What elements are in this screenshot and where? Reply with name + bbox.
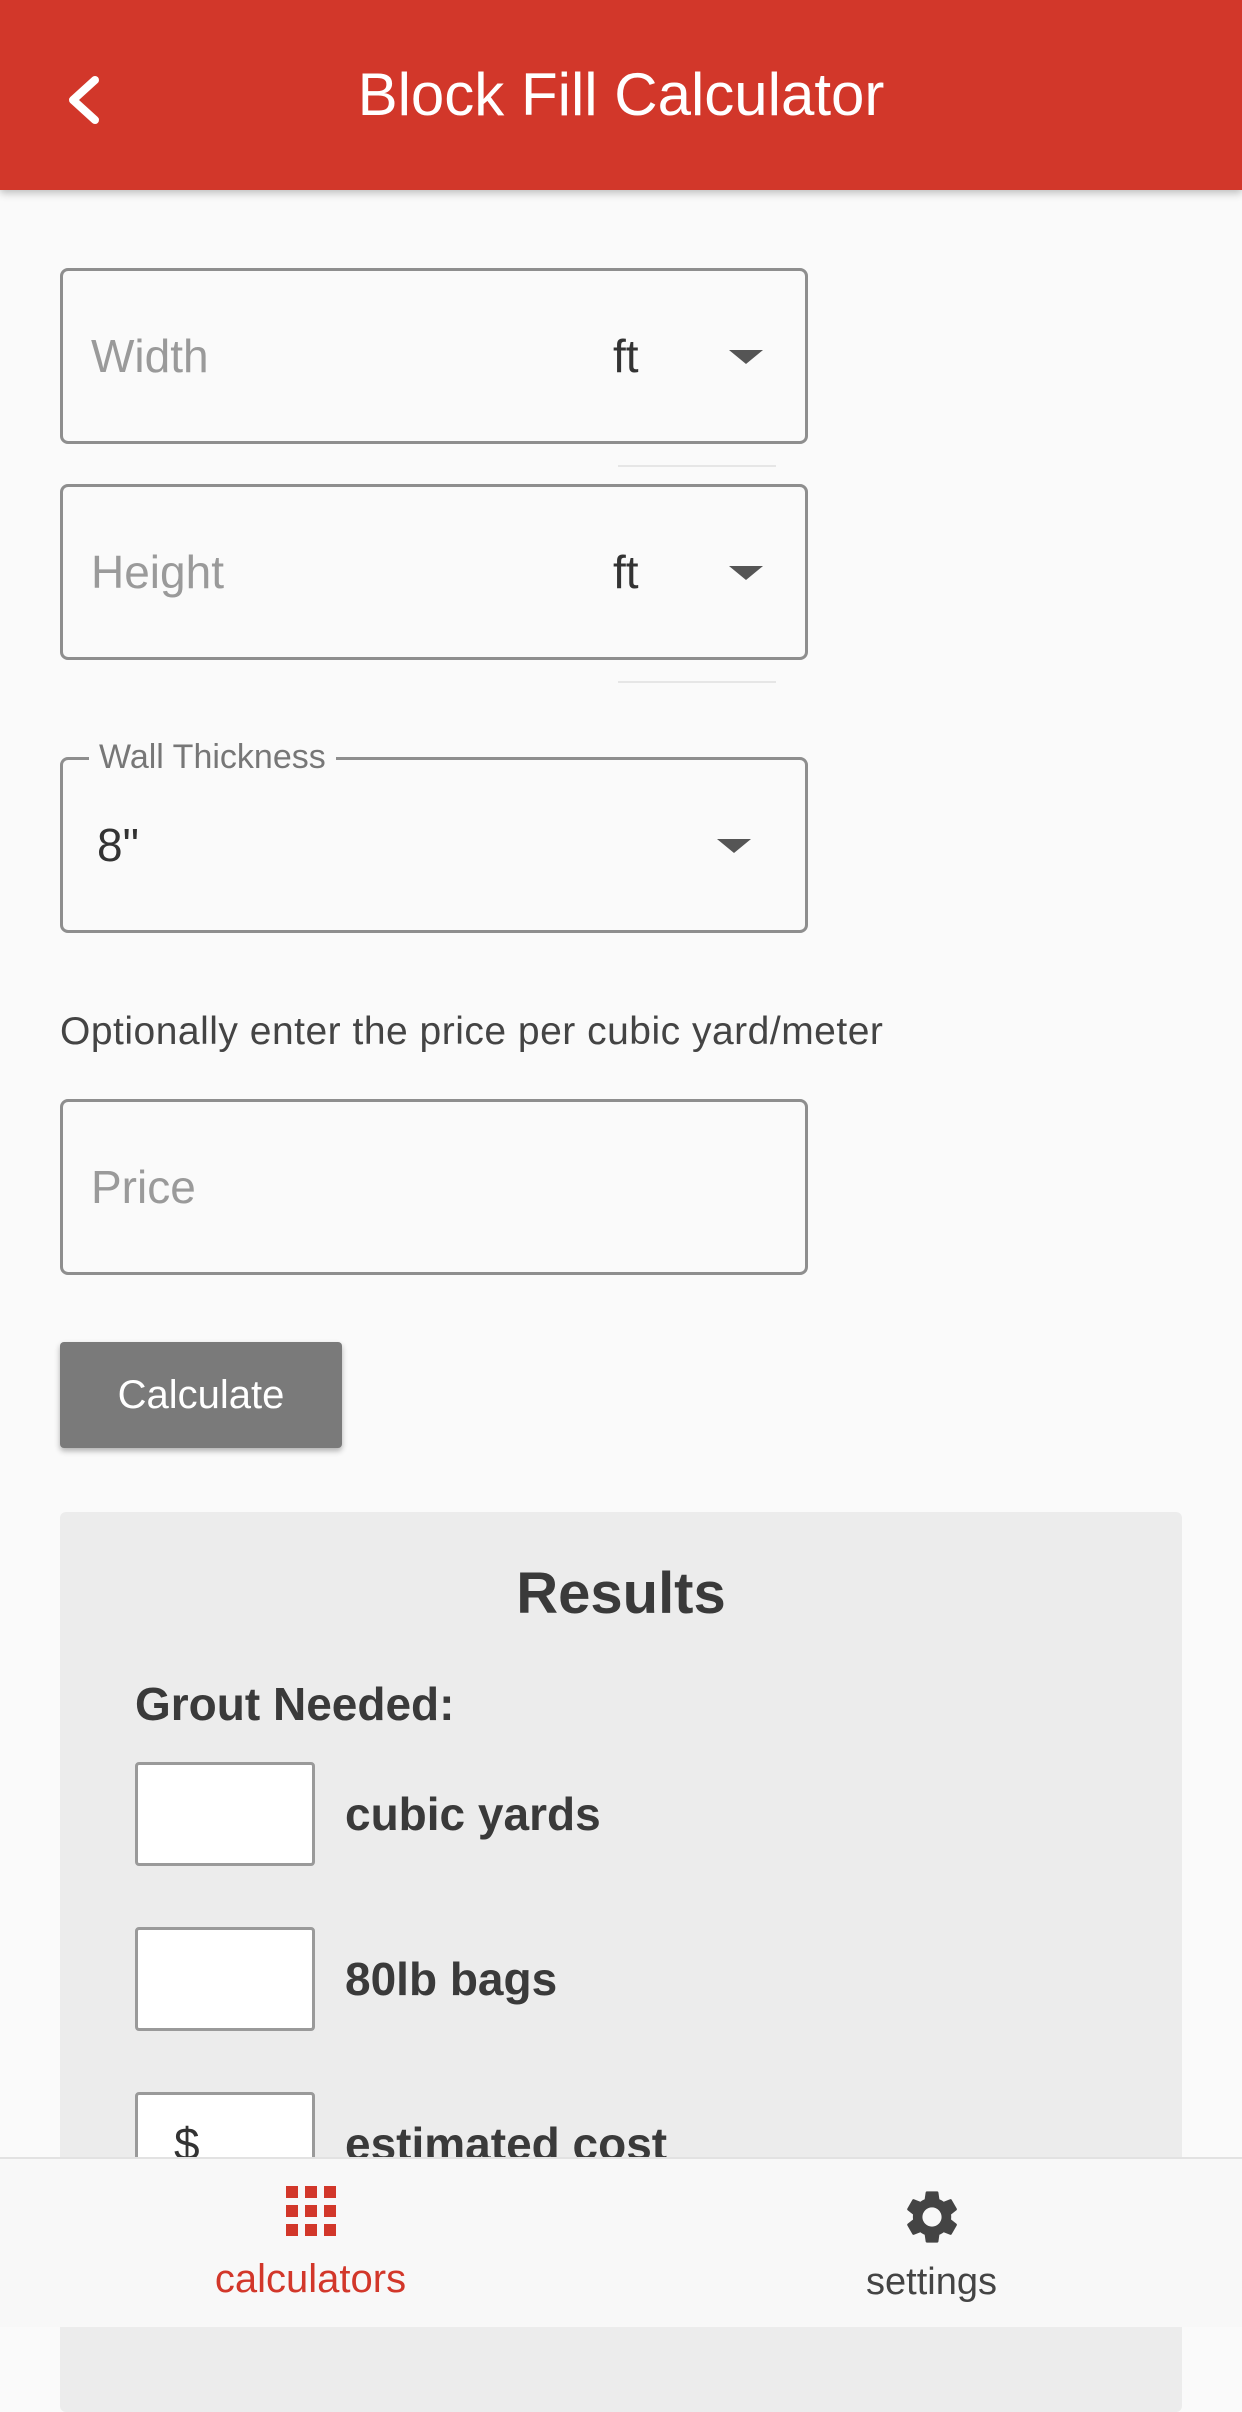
caret-down-icon	[729, 350, 763, 364]
price-helper-text: Optionally enter the price per cubic yar…	[60, 1010, 884, 1053]
cubic-yards-label: cubic yards	[345, 1788, 601, 1840]
wall-thickness-select[interactable]: Wall Thickness 8"	[60, 738, 808, 933]
grid-icon	[285, 2186, 336, 2236]
height-field[interactable]: Height ft	[60, 484, 808, 660]
nav-item-calculators[interactable]: calculators	[0, 2159, 621, 2327]
height-unit-underline	[618, 681, 776, 683]
cubic-yards-output	[135, 1762, 315, 1866]
width-unit-label: ft	[613, 330, 639, 382]
caret-down-icon	[717, 839, 751, 853]
width-unit-underline	[618, 465, 776, 467]
bottom-nav: calculators settings	[0, 2157, 1242, 2327]
results-title: Results	[516, 1561, 726, 1626]
height-input[interactable]: Height	[91, 487, 224, 657]
grout-needed-label: Grout Needed:	[135, 1678, 455, 1730]
wall-thickness-value: 8"	[97, 819, 139, 871]
app-bar: Block Fill Calculator	[0, 0, 1242, 190]
height-unit-select[interactable]: ft	[613, 487, 803, 657]
bags-output	[135, 1927, 315, 2031]
bags-label: 80lb bags	[345, 1953, 558, 2005]
nav-label-settings: settings	[866, 2261, 997, 2303]
width-unit-select[interactable]: ft	[613, 271, 803, 441]
calculate-button[interactable]: Calculate	[60, 1342, 342, 1448]
height-unit-label: ft	[613, 546, 639, 598]
nav-item-settings[interactable]: settings	[621, 2159, 1242, 2327]
nav-label-calculators: calculators	[214, 2257, 407, 2301]
price-input[interactable]: Price	[91, 1102, 196, 1272]
width-field[interactable]: Width ft	[60, 268, 808, 444]
width-input[interactable]: Width	[91, 271, 209, 441]
page-title: Block Fill Calculator	[357, 61, 885, 128]
gear-icon	[906, 2191, 957, 2243]
price-field[interactable]: Price	[60, 1099, 808, 1275]
caret-down-icon	[729, 566, 763, 580]
